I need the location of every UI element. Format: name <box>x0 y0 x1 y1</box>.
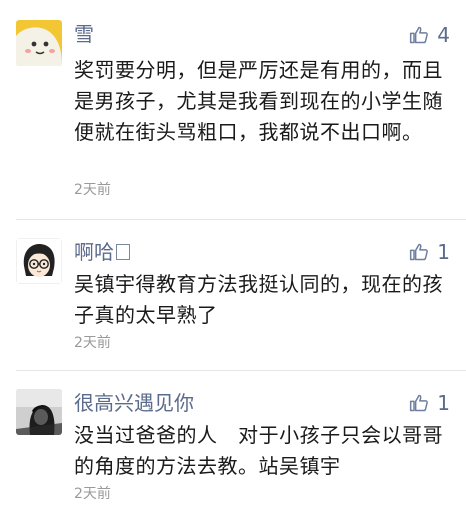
username[interactable]: 雪 <box>74 22 94 46</box>
like-button[interactable]: 1 <box>409 391 450 415</box>
like-count: 1 <box>437 391 450 415</box>
missing-glyph-icon <box>116 244 130 260</box>
comment-item: 啊哈 1 吴镇宇得教育方法我挺认同的，现在的孩子真的太早熟了 2天前 <box>0 220 466 370</box>
username-text: 啊哈 <box>74 240 114 264</box>
username[interactable]: 很高兴遇见你 <box>74 391 194 415</box>
username[interactable]: 啊哈 <box>74 240 130 264</box>
like-count: 1 <box>437 240 450 264</box>
like-button[interactable]: 1 <box>409 240 450 264</box>
like-button[interactable]: 4 <box>409 23 450 47</box>
comment-feed: 雪 4 奖罚要分明，但是严厉还是有用的，而且是男孩子，尤其是我看到现在的小学生随… <box>0 0 466 510</box>
timestamp: 2天前 <box>74 182 111 198</box>
comment-text: 奖罚要分明，但是严厉还是有用的，而且是男孩子，尤其是我看到现在的小学生随便就在街… <box>74 58 443 144</box>
timestamp: 2天前 <box>74 335 111 351</box>
avatar[interactable] <box>16 20 62 66</box>
comment-text: 没当过爸爸的人 对于小孩子只会以哥哥的角度的方法去教。站吴镇宇 <box>74 423 444 478</box>
dark-photo-avatar-icon <box>16 389 62 435</box>
glasses-girl-avatar-icon <box>16 238 62 284</box>
thumbs-up-icon <box>410 243 429 261</box>
timestamp: 2天前 <box>74 486 111 502</box>
comment-item: 雪 4 奖罚要分明，但是严厉还是有用的，而且是男孩子，尤其是我看到现在的小学生随… <box>0 0 466 210</box>
thumbs-up-icon <box>410 394 429 412</box>
like-count: 4 <box>437 23 450 47</box>
cartoon-blob-avatar-icon <box>16 20 62 66</box>
comment-item: 很高兴遇见你 1 没当过爸爸的人 对于小孩子只会以哥哥的角度的方法去教。站吴镇宇… <box>0 371 466 510</box>
avatar[interactable] <box>16 238 62 284</box>
avatar[interactable] <box>16 389 62 435</box>
thumbs-up-icon <box>410 26 429 44</box>
comment-text: 吴镇宇得教育方法我挺认同的，现在的孩子真的太早熟了 <box>74 272 443 327</box>
